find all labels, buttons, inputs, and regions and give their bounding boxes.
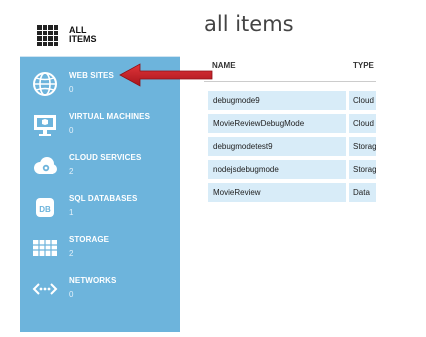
sidebar-item-label: CLOUD SERVICES [69, 153, 142, 162]
sidebar-item-networks[interactable]: NETWORKS 0 [20, 269, 180, 309]
database-icon: DB [36, 198, 54, 217]
type-cell: Storage [349, 160, 376, 179]
cloud-gear-icon [34, 157, 57, 174]
all-items-label: ALL ITEMS [69, 25, 97, 44]
table-row[interactable]: nodejsdebugmode Storage [204, 160, 376, 179]
sidebar-item-storage[interactable]: STORAGE 2 [20, 228, 180, 268]
items-table: NAME TYPE debugmode9 Cloud MovieReviewDe… [204, 57, 376, 202]
callout-arrow-icon [119, 63, 213, 87]
type-text: Storage [353, 165, 376, 174]
type-cell: Cloud [349, 91, 376, 110]
table-row[interactable]: debugmode9 Cloud [204, 91, 376, 110]
globe-icon [33, 72, 57, 96]
sidebar-item-count: 1 [69, 208, 74, 217]
type-text: Cloud [353, 119, 374, 128]
sidebar-item-count: 2 [69, 167, 74, 176]
network-icon [32, 283, 58, 295]
type-cell: Storage [349, 137, 376, 156]
type-text: Cloud [353, 96, 374, 105]
table-header: NAME TYPE [204, 57, 376, 82]
name-text: debugmodetest9 [213, 142, 273, 151]
sidebar-item-count: 0 [69, 85, 74, 94]
type-text: Storage [353, 142, 376, 151]
page-title: all items [204, 12, 294, 36]
sidebar-item-label: NETWORKS [69, 276, 117, 285]
table-row[interactable]: debugmodetest9 Storage [204, 137, 376, 156]
table-row[interactable]: MovieReviewDebugMode Cloud [204, 114, 376, 133]
name-text: debugmode9 [213, 96, 260, 105]
sidebar-item-count: 0 [69, 126, 74, 135]
type-text: Data [353, 188, 370, 197]
sidebar-item-label: SQL DATABASES [69, 194, 138, 203]
column-header-type[interactable]: TYPE [353, 61, 374, 70]
svg-text:DB: DB [39, 205, 51, 214]
table-row[interactable]: MovieReview Data [204, 183, 376, 202]
type-cell: Data [349, 183, 376, 202]
name-text: MovieReviewDebugMode [213, 119, 305, 128]
sidebar-item-sql-databases[interactable]: DB SQL DATABASES 1 [20, 187, 180, 227]
name-cell: debugmodetest9 [208, 137, 346, 156]
name-cell: nodejsdebugmode [208, 160, 346, 179]
sidebar-item-cloud-services[interactable]: CLOUD SERVICES 2 [20, 146, 180, 186]
sidebar-item-count: 0 [69, 290, 74, 299]
sidebar-item-virtual-machines[interactable]: VIRTUAL MACHINES 0 [20, 105, 180, 145]
monitor-icon [34, 115, 56, 136]
sidebar-item-count: 2 [69, 249, 74, 258]
all-items-nav[interactable]: ALL ITEMS [20, 14, 180, 57]
name-cell: MovieReviewDebugMode [208, 114, 346, 133]
sidebar-item-label: STORAGE [69, 235, 110, 244]
grid-icon [37, 25, 58, 46]
name-cell: debugmode9 [208, 91, 346, 110]
name-text: MovieReview [213, 188, 261, 197]
type-cell: Cloud [349, 114, 376, 133]
column-header-name[interactable]: NAME [212, 61, 236, 70]
sidebar-item-label: WEB SITES [69, 71, 114, 80]
name-text: nodejsdebugmode [213, 165, 279, 174]
name-cell: MovieReview [208, 183, 346, 202]
table-icon [33, 240, 57, 256]
sidebar-item-label: VIRTUAL MACHINES [69, 112, 151, 121]
